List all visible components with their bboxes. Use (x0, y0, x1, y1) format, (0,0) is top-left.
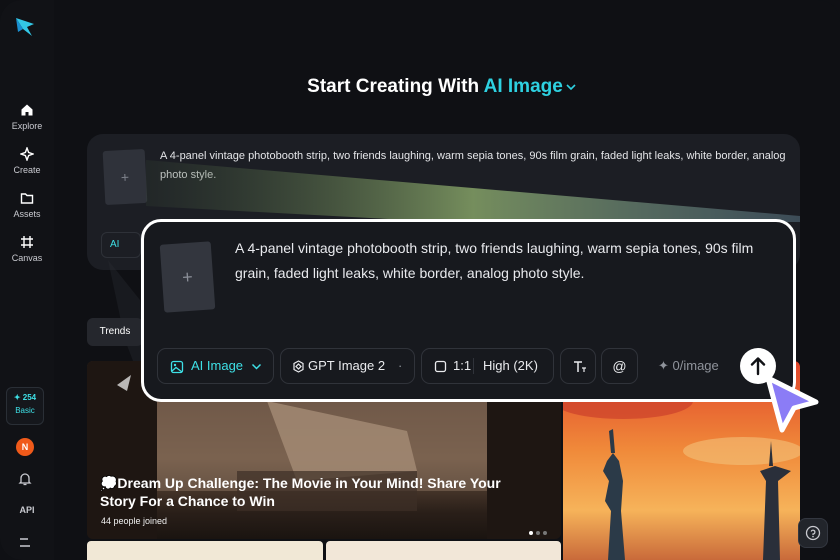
canvas-icon (21, 236, 33, 248)
bell-icon[interactable] (17, 471, 33, 487)
mention-button[interactable]: @ (601, 348, 638, 384)
ratio-quality-selector[interactable]: 1:1 High (2K) (421, 348, 554, 384)
app-logo-icon[interactable] (14, 16, 36, 38)
more-indicator: · (398, 358, 403, 373)
carousel-dots[interactable] (529, 522, 550, 540)
menu-icon[interactable] (17, 537, 33, 549)
background-prompt-text: A 4-panel vintage photobooth strip, two … (160, 150, 786, 181)
aspect-ratio-icon (434, 360, 447, 373)
sparkle-icon (20, 147, 34, 161)
credits-badge[interactable]: ✦ 254 Basic (6, 387, 44, 425)
aspect-ratio-label: 1:1 (453, 358, 472, 373)
quality-label: High (2K) (483, 358, 538, 373)
mode-selector[interactable]: AI Image (484, 76, 577, 97)
title-prefix: Start Creating With (307, 76, 480, 97)
text-format-icon (574, 361, 586, 372)
divider (473, 358, 474, 374)
mode-dropdown[interactable]: AI Image (157, 348, 274, 384)
background-mode-chip-label: AI (110, 239, 120, 250)
page-title: Start Creating With AI Image (0, 76, 840, 98)
sidebar-item-canvas[interactable]: Canvas (0, 235, 54, 263)
sidebar-item-label: Assets (13, 209, 41, 219)
openai-icon (293, 360, 304, 373)
prompt-input[interactable]: A 4-panel vintage photobooth strip, two … (235, 236, 785, 286)
text-style-button[interactable] (560, 348, 596, 384)
banner-participants: 44 people joined (101, 516, 168, 526)
sidebar-item-assets[interactable]: Assets (0, 191, 54, 219)
help-icon (805, 525, 821, 541)
mode-dropdown-label: AI Image (191, 358, 244, 373)
carousel-dot[interactable] (543, 531, 547, 535)
home-icon (21, 104, 33, 116)
gallery-card[interactable] (326, 541, 561, 560)
upload-image-button-background[interactable]: + (102, 148, 148, 206)
carousel-dot[interactable] (529, 531, 533, 535)
model-dropdown[interactable]: GPT Image 2 · (280, 348, 415, 384)
cost-label: ✦ 0/image (658, 358, 719, 373)
banner-title: 💭Dream Up Challenge: The Movie in Your M… (100, 475, 501, 509)
upload-image-button[interactable]: + (159, 241, 216, 313)
folder-icon (20, 193, 34, 204)
sidebar-item-label: Canvas (11, 253, 43, 263)
mouse-pointer-icon (765, 375, 819, 433)
tab-trends[interactable]: Trends (87, 318, 143, 346)
sidebar-item-label: Create (13, 165, 41, 175)
mode-selector-label: AI Image (483, 76, 563, 97)
chevron-down-icon (566, 84, 576, 91)
credits-amount: ✦ 254 (13, 393, 37, 402)
gallery-card[interactable] (87, 541, 323, 560)
sidebar-item-create[interactable]: Create (0, 147, 54, 175)
api-link[interactable]: API (0, 505, 54, 515)
model-dropdown-label: GPT Image 2 (308, 358, 386, 373)
chevron-down-icon (251, 363, 262, 370)
avatar[interactable]: N (16, 438, 34, 456)
image-icon (170, 360, 184, 374)
app-window: Explore Create Assets Canvas ✦ 254 Basic… (0, 0, 840, 560)
sidebar-item-label: Explore (11, 121, 43, 131)
sidebar-item-explore[interactable]: Explore (0, 103, 54, 131)
carousel-dot[interactable] (536, 531, 540, 535)
background-mode-chip[interactable]: AI (101, 232, 141, 258)
plan-label: Basic (15, 406, 35, 415)
help-button[interactable] (798, 518, 828, 548)
